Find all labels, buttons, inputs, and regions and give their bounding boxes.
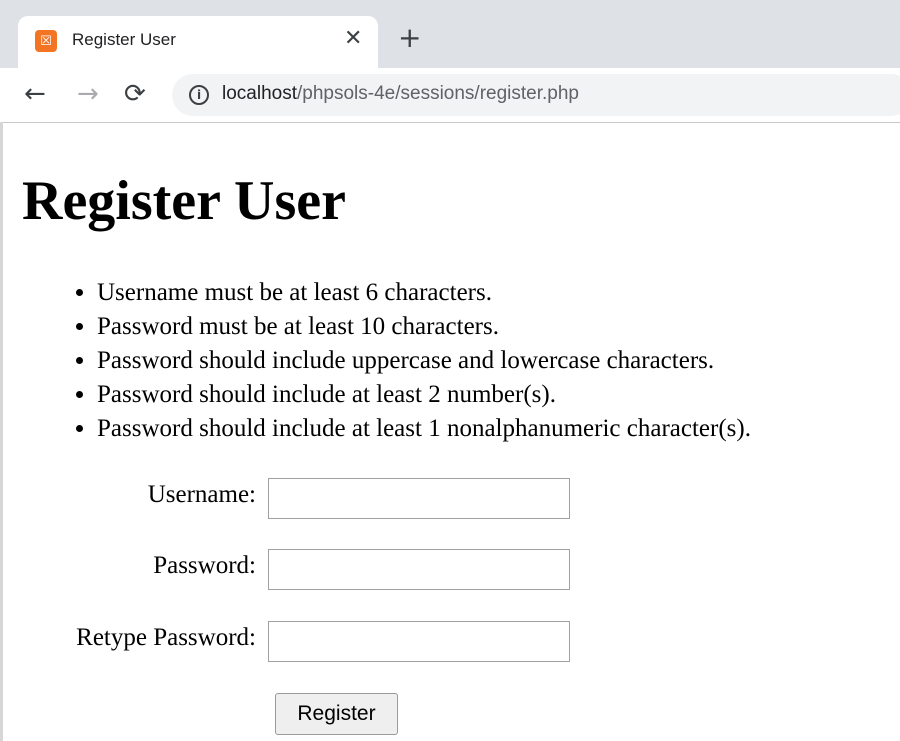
address-bar[interactable]: i localhost/phpsols-4e/sessions/register… <box>172 74 900 116</box>
page-title: Register User <box>22 170 346 232</box>
reload-icon[interactable]: ⟳ <box>124 78 146 110</box>
close-tab-icon[interactable]: ✕ <box>344 26 362 51</box>
rule-item: Password should include at least 1 nonal… <box>97 412 751 446</box>
retype-password-label: Retype Password: <box>76 624 256 651</box>
info-icon[interactable]: i <box>189 85 209 105</box>
retype-password-row: Retype Password: <box>0 621 900 665</box>
url-text[interactable]: localhost/phpsols-4e/sessions/register.p… <box>222 83 579 105</box>
browser-toolbar: ← → ⟳ i localhost/phpsols-4e/sessions/re… <box>0 68 900 123</box>
rules-list: Username must be at least 6 characters. … <box>55 276 751 446</box>
url-host: localhost <box>222 83 297 104</box>
tab-strip: ☒ Register User ✕ + <box>0 0 900 68</box>
url-path: /phpsols-4e/sessions/register.php <box>297 83 579 104</box>
new-tab-icon[interactable]: + <box>398 22 421 54</box>
xampp-icon: ☒ <box>35 30 57 52</box>
rule-item: Password should include at least 2 numbe… <box>97 378 751 412</box>
rule-item: Username must be at least 6 characters. <box>97 276 751 310</box>
forward-icon[interactable]: → <box>77 78 99 110</box>
password-label: Password: <box>153 552 256 579</box>
browser-tab[interactable]: ☒ Register User ✕ <box>18 16 378 68</box>
password-row: Password: <box>0 549 900 593</box>
username-input[interactable] <box>268 478 570 519</box>
password-input[interactable] <box>268 549 570 590</box>
retype-password-input[interactable] <box>268 621 570 662</box>
username-label: Username: <box>147 481 256 508</box>
tab-title: Register User <box>72 30 176 49</box>
register-button[interactable]: Register <box>275 693 398 735</box>
username-row: Username: <box>0 478 900 522</box>
back-icon[interactable]: ← <box>24 78 46 110</box>
rule-item: Password should include uppercase and lo… <box>97 344 751 378</box>
rule-item: Password must be at least 10 characters. <box>97 310 751 344</box>
